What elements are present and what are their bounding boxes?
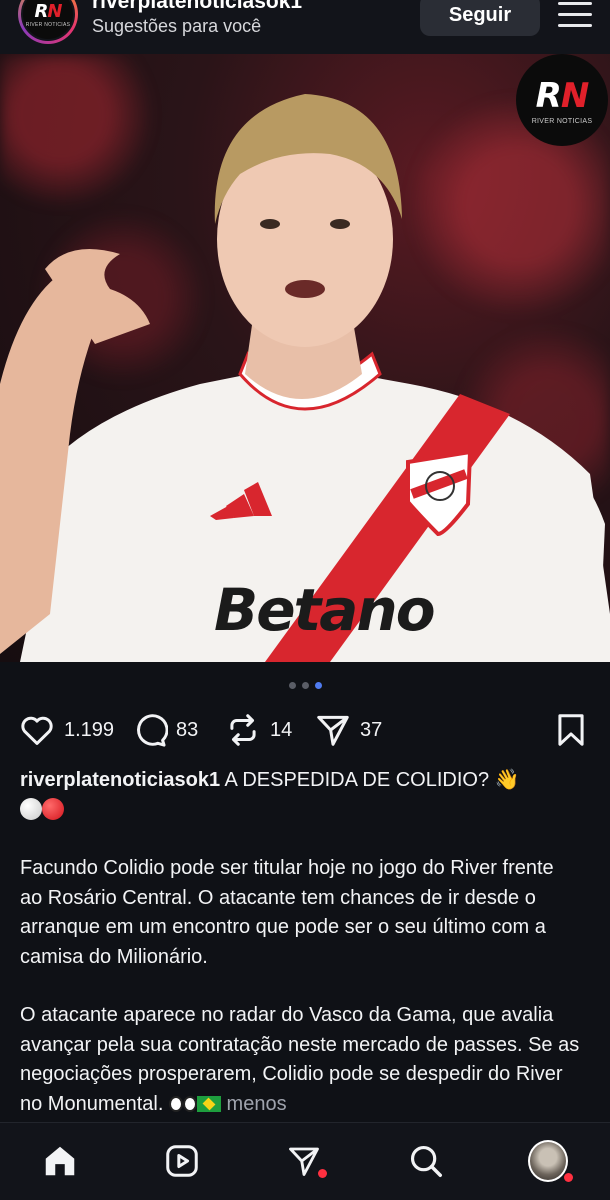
comment-button[interactable]: 83 xyxy=(130,710,198,750)
account-logo-letters: RN xyxy=(34,0,63,22)
carousel-dot xyxy=(288,682,296,689)
red-circle-icon xyxy=(42,797,64,820)
like-count: 1.199 xyxy=(64,718,115,741)
watermark-letters: RN xyxy=(535,75,590,116)
repost-count: 14 xyxy=(270,718,293,741)
search-icon xyxy=(410,1145,442,1177)
repost-icon xyxy=(230,714,256,746)
account-username[interactable]: riverplatenoticiasok1 xyxy=(92,0,302,14)
carousel-indicator xyxy=(0,682,610,689)
watermark-badge: RN RIVER NOTICIAS xyxy=(516,54,608,146)
comment-count: 83 xyxy=(176,718,199,741)
save-button[interactable] xyxy=(552,710,590,750)
nav-profile[interactable] xyxy=(528,1140,573,1182)
player-illustration xyxy=(0,94,610,662)
menu-icon[interactable] xyxy=(558,2,592,28)
nav-search[interactable] xyxy=(406,1141,446,1181)
watermark-caption: RIVER NOTICIAS xyxy=(531,117,593,125)
caption-paragraph-2: O atacante aparece no radar do Vasco da … xyxy=(20,1004,580,1115)
eyes-icon xyxy=(182,1095,197,1112)
nav-reels[interactable] xyxy=(162,1141,202,1181)
share-count: 37 xyxy=(360,718,383,741)
post-image[interactable]: Betano RN RIVER NOTICIAS xyxy=(0,54,610,662)
account-logo: RN RIVER NOTICIAS xyxy=(21,0,75,41)
nav-home[interactable] xyxy=(40,1141,80,1181)
bookmark-icon xyxy=(558,714,584,746)
caption-paragraph-2-block: O atacante aparece no radar do Vasco da … xyxy=(20,1001,580,1119)
profile-avatar xyxy=(528,1140,568,1182)
carousel-dot xyxy=(301,682,309,689)
account-logo-caption: RIVER NOTICIAS xyxy=(25,21,71,28)
heart-icon xyxy=(21,716,53,745)
show-less-link[interactable]: menos xyxy=(227,1093,287,1115)
share-button[interactable]: 37 xyxy=(314,710,382,750)
caption-headline-block: riverplatenoticiasok1 A DESPEDIDA DE COL… xyxy=(20,766,580,825)
comment-icon xyxy=(137,714,168,747)
carousel-dot-active xyxy=(314,682,322,689)
account-avatar[interactable]: RN RIVER NOTICIAS xyxy=(18,0,78,44)
action-bar: 1.199 83 14 37 xyxy=(18,710,592,750)
caption-author[interactable]: riverplatenoticiasok1 xyxy=(20,769,220,791)
reels-icon xyxy=(166,1145,198,1177)
notification-dot xyxy=(318,1169,327,1178)
post-caption: riverplatenoticiasok1 A DESPEDIDA DE COL… xyxy=(20,766,580,1119)
brazil-flag-icon xyxy=(196,1095,221,1112)
bottom-navigation xyxy=(0,1122,610,1200)
like-button[interactable]: 1.199 xyxy=(18,710,114,750)
send-icon xyxy=(289,1147,319,1176)
caption-paragraph-1: Facundo Colidio pode ser titular hoje no… xyxy=(20,857,554,968)
sponsor-text: Betano xyxy=(214,576,436,644)
white-circle-icon xyxy=(20,797,42,820)
post-header: RN RIVER NOTICIAS riverplatenoticiasok1 … xyxy=(0,0,610,54)
suggestion-subtitle: Sugestões para você xyxy=(92,16,262,36)
nav-direct[interactable] xyxy=(284,1141,327,1181)
eyes-icon xyxy=(168,1095,183,1112)
send-icon xyxy=(317,715,349,746)
follow-button[interactable]: Seguir xyxy=(420,0,540,36)
notification-dot xyxy=(564,1173,573,1182)
caption-headline: A DESPEDIDA DE COLIDIO? 👋 xyxy=(220,769,520,791)
home-icon xyxy=(45,1146,75,1176)
repost-button[interactable]: 14 xyxy=(224,710,292,750)
